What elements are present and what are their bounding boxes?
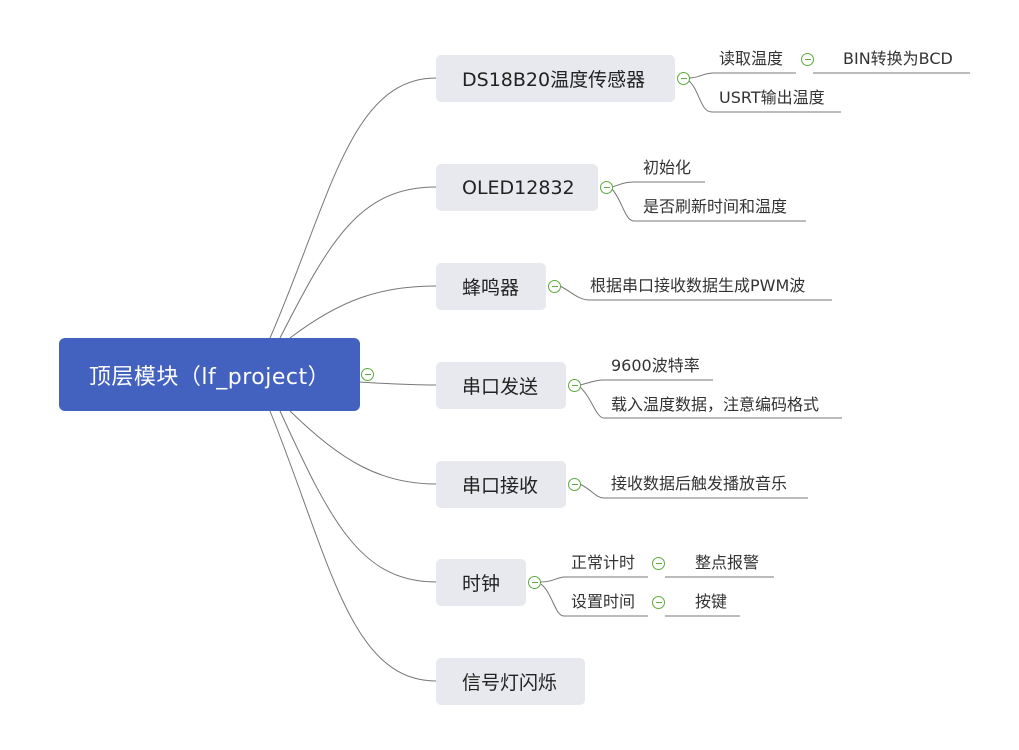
root-topic-label: 顶层模块（lf_project）	[88, 364, 331, 390]
topic-label: 串口发送	[462, 376, 539, 398]
branch-line	[279, 410, 437, 583]
subtopic-bin-to-bcd[interactable]: BIN转换为BCD	[843, 49, 953, 69]
subtopic-load-temp[interactable]: 载入温度数据，注意编码格式	[611, 395, 819, 415]
subtopic-usrt-output[interactable]: USRT输出温度	[719, 88, 825, 108]
subtopic-baud[interactable]: 9600波特率	[611, 356, 700, 376]
branch-line	[687, 72, 796, 79]
branch-line	[289, 410, 437, 485]
subtopic-refresh[interactable]: 是否刷新时间和温度	[643, 197, 787, 217]
branch-line	[540, 576, 648, 583]
branch-line	[359, 381, 437, 386]
collapse-minus-icon[interactable]	[568, 379, 581, 392]
subtopic-read-temp[interactable]: 读取温度	[719, 49, 783, 69]
topic-label: DS18B20温度传感器	[462, 69, 646, 91]
topic-ds18b20[interactable]: DS18B20温度传感器	[436, 55, 675, 102]
subtopic-init[interactable]: 初始化	[643, 158, 691, 178]
collapse-minus-icon[interactable]	[801, 53, 814, 66]
subtopic-pwm[interactable]: 根据串口接收数据生成PWM波	[590, 276, 805, 296]
topic-label: 串口接收	[462, 475, 539, 497]
collapse-minus-icon[interactable]	[677, 72, 690, 85]
topic-uart-send[interactable]: 串口发送	[436, 362, 566, 409]
topic-signal-light[interactable]: 信号灯闪烁	[436, 658, 585, 705]
subtopic-button[interactable]: 按键	[695, 592, 727, 612]
collapse-minus-icon[interactable]	[528, 576, 541, 589]
branch-line	[279, 186, 437, 339]
topic-uart-receive[interactable]: 串口接收	[436, 461, 566, 508]
branch-line	[579, 379, 713, 386]
topic-label: 时钟	[462, 573, 501, 595]
topic-label: 信号灯闪烁	[462, 672, 558, 694]
collapse-minus-icon[interactable]	[568, 478, 581, 491]
branch-line	[611, 181, 705, 188]
branch-line	[269, 77, 437, 339]
branch-line	[289, 285, 437, 339]
topic-label: 蜂鸣器	[462, 277, 520, 299]
subtopic-normal-timing[interactable]: 正常计时	[571, 553, 635, 573]
collapse-minus-icon[interactable]	[600, 181, 613, 194]
topic-label: OLED12832	[462, 176, 575, 199]
topic-buzzer[interactable]: 蜂鸣器	[436, 263, 546, 310]
topic-clock[interactable]: 时钟	[436, 559, 526, 606]
collapse-minus-icon[interactable]	[652, 557, 665, 570]
subtopic-play-music[interactable]: 接收数据后触发播放音乐	[611, 474, 787, 494]
subtopic-hourly-alarm[interactable]: 整点报警	[695, 553, 759, 573]
collapse-minus-icon[interactable]	[652, 596, 665, 609]
subtopic-set-time[interactable]: 设置时间	[571, 592, 635, 612]
root-topic[interactable]: 顶层模块（lf_project）	[59, 338, 360, 411]
collapse-minus-icon[interactable]	[548, 280, 561, 293]
topic-oled[interactable]: OLED12832	[436, 164, 598, 211]
branch-line	[269, 410, 437, 682]
collapse-minus-icon[interactable]	[361, 368, 374, 381]
